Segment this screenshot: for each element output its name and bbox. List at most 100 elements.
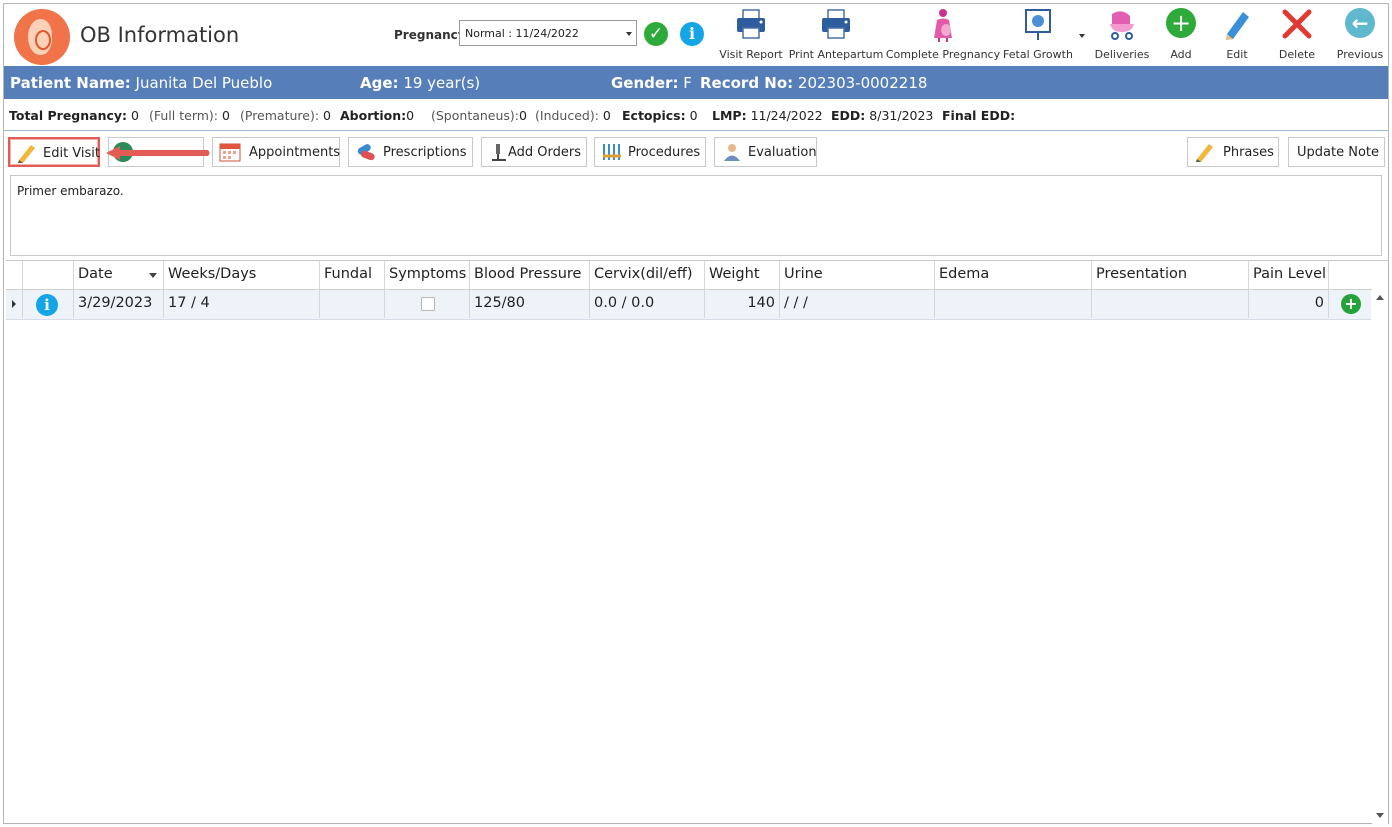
delete-button[interactable]: Delete bbox=[1272, 4, 1322, 66]
action-column-header bbox=[1329, 261, 1388, 289]
cell-date[interactable]: 3/29/2023 bbox=[74, 290, 164, 318]
record-number: 202303-0002218 bbox=[797, 74, 928, 92]
edit-button[interactable]: Edit bbox=[1212, 4, 1262, 66]
cell-blood-pressure[interactable]: 125/80 bbox=[470, 290, 590, 318]
record-label: Record No: bbox=[700, 74, 794, 92]
lmp-label: LMP: bbox=[712, 108, 747, 123]
printer-icon bbox=[737, 9, 765, 39]
edit-visit-label: Edit Visit bbox=[43, 146, 101, 161]
info-icon[interactable]: i bbox=[36, 294, 58, 316]
surgical-tools-icon bbox=[603, 144, 621, 160]
edit-visit-button[interactable]: Edit Visit bbox=[8, 137, 100, 167]
complete-pregnancy-button[interactable]: Complete Pregnancy bbox=[885, 4, 1001, 66]
pencil-icon bbox=[1226, 12, 1249, 40]
fetal-growth-button[interactable]: Fetal Growth bbox=[1002, 4, 1074, 66]
spontaneus-value: 0 bbox=[519, 108, 527, 123]
appointments-button[interactable]: Appointments bbox=[212, 137, 340, 167]
symptoms-checkbox[interactable] bbox=[421, 297, 435, 311]
column-header-symptoms[interactable]: Symptoms bbox=[385, 261, 470, 289]
column-header-weight[interactable]: Weight bbox=[705, 261, 780, 289]
phrases-button[interactable]: Phrases bbox=[1187, 137, 1279, 167]
cell-cervix[interactable]: 0.0 / 0.0 bbox=[590, 290, 705, 318]
visits-grid: Date Weeks/Days Fundal Symptoms Blood Pr… bbox=[6, 260, 1388, 824]
cell-pain-level[interactable]: 0 bbox=[1249, 290, 1329, 318]
column-header-pain-level[interactable]: Pain Level bbox=[1249, 261, 1329, 289]
fetal-growth-label: Fetal Growth bbox=[1003, 48, 1073, 61]
microscope-icon bbox=[492, 144, 506, 161]
row-info-cell[interactable]: i bbox=[23, 290, 74, 318]
previous-button[interactable]: ← Previous bbox=[1332, 4, 1388, 66]
visit-note-textarea[interactable]: Primer embarazo. bbox=[10, 175, 1382, 256]
visit-report-button[interactable]: Visit Report bbox=[716, 4, 786, 66]
patient-age: 19 year(s) bbox=[403, 74, 481, 92]
scroll-up-icon[interactable] bbox=[1376, 295, 1384, 300]
fetal-growth-chart-icon bbox=[1025, 9, 1051, 40]
page-title: OB Information bbox=[80, 23, 240, 47]
column-header-edema[interactable]: Edema bbox=[935, 261, 1092, 289]
appointments-label: Appointments bbox=[249, 145, 341, 160]
spontaneus-label: (Spontaneus): bbox=[431, 108, 520, 123]
pregnancy-select[interactable]: Normal : 11/24/2022 bbox=[459, 20, 637, 46]
cell-symptoms[interactable] bbox=[385, 290, 470, 318]
cell-weeks-days[interactable]: 17 / 4 bbox=[164, 290, 320, 318]
premature-value: 0 bbox=[323, 108, 331, 123]
prescriptions-button[interactable]: Prescriptions bbox=[348, 137, 473, 167]
induced-label: (Induced): bbox=[535, 108, 599, 123]
column-header-date[interactable]: Date bbox=[74, 261, 164, 289]
final-edd-label: Final EDD: bbox=[942, 108, 1016, 123]
cell-edema[interactable] bbox=[935, 290, 1092, 318]
cell-presentation[interactable] bbox=[1092, 290, 1249, 318]
edd-value: 8/31/2023 bbox=[869, 108, 934, 123]
baby-stroller-icon bbox=[1110, 11, 1134, 40]
deliveries-label: Deliveries bbox=[1094, 48, 1150, 61]
add-orders-label: Add Orders bbox=[508, 145, 582, 160]
column-header-blood-pressure[interactable]: Blood Pressure bbox=[470, 261, 590, 289]
column-header-urine[interactable]: Urine bbox=[780, 261, 935, 289]
gender-label: Gender: bbox=[611, 74, 679, 92]
ob-logo-icon bbox=[14, 9, 70, 65]
plus-circle-icon: + bbox=[1166, 8, 1196, 38]
fetal-growth-dropdown-icon[interactable] bbox=[1079, 34, 1085, 38]
patient-name-label: Patient Name: bbox=[10, 74, 131, 92]
doctor-icon bbox=[724, 144, 740, 161]
add-row-plus-icon[interactable]: + bbox=[1341, 294, 1361, 314]
cell-weight[interactable]: 140 bbox=[705, 290, 780, 318]
premature-label: (Premature): bbox=[240, 108, 320, 123]
table-row[interactable]: i 3/29/2023 17 / 4 125/80 0.0 / 0.0 140 … bbox=[6, 290, 1371, 320]
add-label: Add bbox=[1170, 48, 1192, 61]
pencil-icon bbox=[1196, 144, 1213, 162]
print-antepartum-label: Print Antepartum bbox=[788, 48, 884, 61]
visit-report-label: Visit Report bbox=[719, 48, 783, 61]
edd-label: EDD: bbox=[831, 108, 866, 123]
row-indicator-header bbox=[6, 261, 23, 289]
pregnancy-summary: Total Pregnancy: 0 (Full term): 0 (Prema… bbox=[4, 99, 1388, 131]
abortion-label: Abortion: bbox=[340, 108, 407, 123]
info-icon[interactable]: i bbox=[680, 22, 704, 46]
add-orders-button[interactable]: Add Orders bbox=[481, 137, 587, 167]
vertical-scrollbar[interactable] bbox=[1372, 289, 1388, 824]
row-pointer-icon bbox=[12, 300, 16, 308]
lmp-value: 11/24/2022 bbox=[750, 108, 823, 123]
print-antepartum-button[interactable]: Print Antepartum bbox=[787, 4, 885, 66]
full-term-label: (Full term): bbox=[149, 108, 219, 123]
evaluation-button[interactable]: Evaluation bbox=[714, 137, 817, 167]
check-icon[interactable]: ✓ bbox=[644, 22, 668, 46]
total-pregnancy-label: Total Pregnancy: bbox=[9, 108, 128, 123]
calendar-icon bbox=[219, 143, 241, 162]
add-button[interactable]: + Add bbox=[1156, 4, 1206, 66]
induced-value: 0 bbox=[602, 108, 611, 123]
printer-icon bbox=[822, 9, 850, 39]
previous-label: Previous bbox=[1336, 48, 1384, 61]
deliveries-button[interactable]: Deliveries bbox=[1091, 4, 1153, 66]
cell-urine[interactable]: / / / bbox=[780, 290, 935, 318]
ectopics-value: 0 bbox=[689, 108, 698, 123]
procedures-button[interactable]: Procedures bbox=[594, 137, 706, 167]
scroll-down-icon[interactable] bbox=[1376, 813, 1384, 818]
cell-fundal[interactable] bbox=[320, 290, 385, 318]
column-header-cervix[interactable]: Cervix(dil/eff) bbox=[590, 261, 705, 289]
column-header-weeks-days[interactable]: Weeks/Days bbox=[164, 261, 320, 289]
column-header-fundal[interactable]: Fundal bbox=[320, 261, 385, 289]
column-header-presentation[interactable]: Presentation bbox=[1092, 261, 1249, 289]
edit-label: Edit bbox=[1226, 48, 1248, 61]
update-note-button[interactable]: Update Note bbox=[1288, 137, 1385, 167]
